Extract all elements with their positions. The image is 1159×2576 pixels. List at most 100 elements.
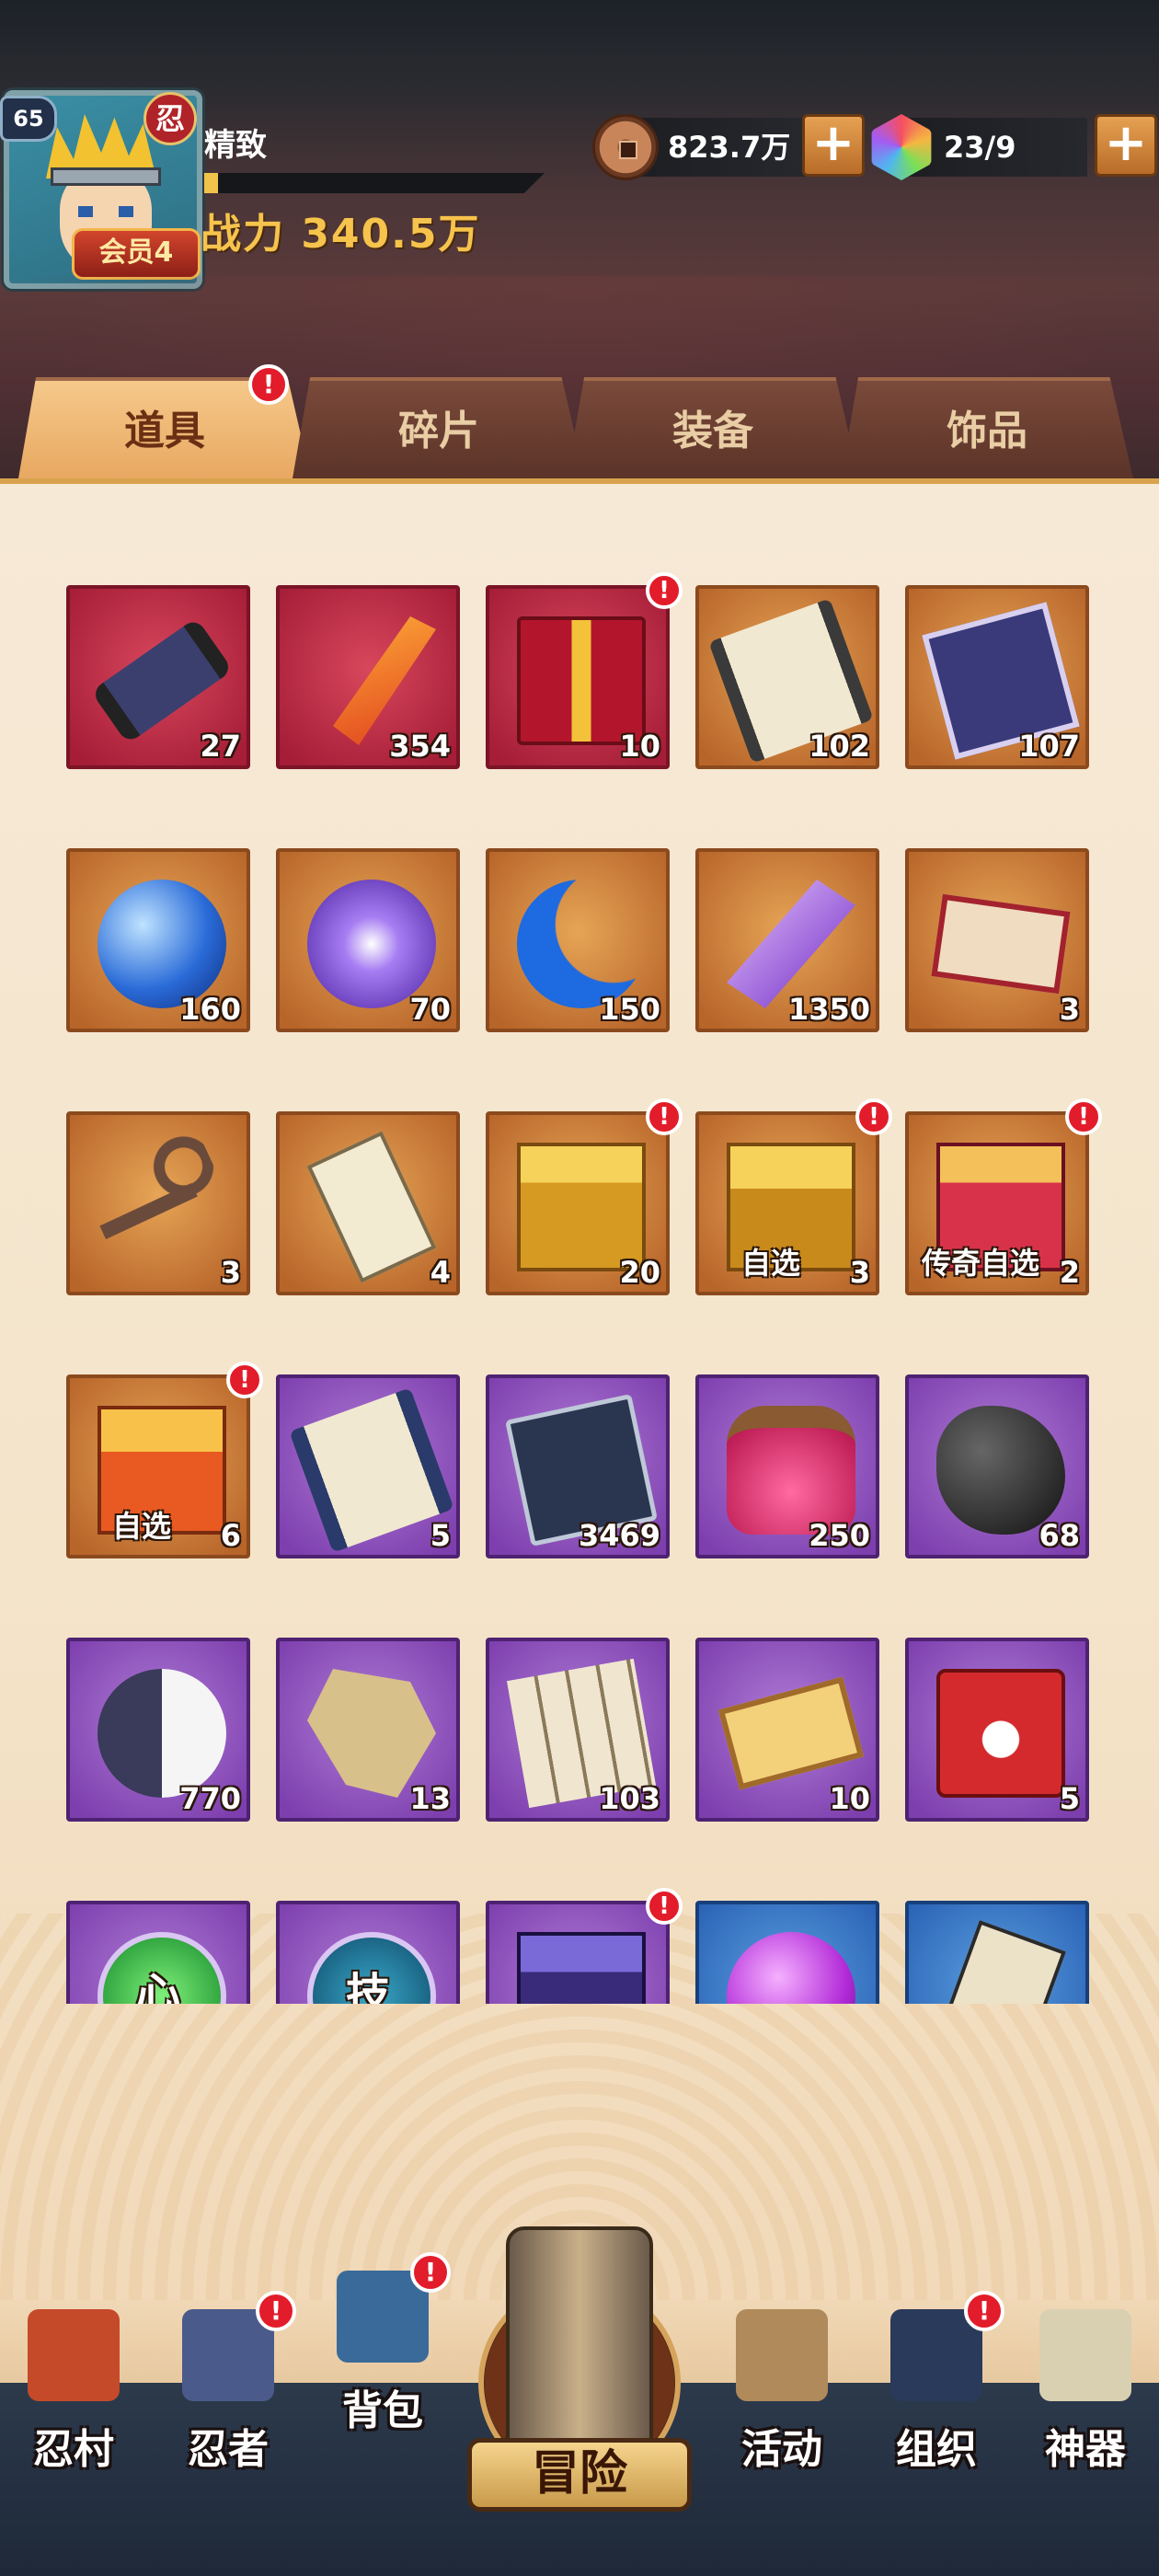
item-count: 3: [849, 1255, 870, 1290]
avatar-headband: [51, 167, 161, 186]
inventory-item[interactable]: 心: [66, 1901, 250, 2004]
inventory-item[interactable]: 150: [486, 848, 670, 1032]
inventory-item[interactable]: 20!: [486, 1098, 683, 1295]
nav-adventure[interactable]: 冒险: [467, 2217, 692, 2567]
item-alert-badge: !: [646, 1098, 683, 1135]
add-gems-button[interactable]: +: [1095, 114, 1157, 177]
item-alert-badge: !: [646, 1888, 683, 1925]
nav-events[interactable]: 活动: [708, 2291, 855, 2475]
inventory-item[interactable]: 传奇自选 2!: [905, 1098, 1102, 1295]
blue-orb-icon: [98, 880, 226, 1008]
item-count: 102: [809, 729, 870, 764]
item-count: 10: [619, 729, 660, 764]
item-count: 103: [599, 1781, 660, 1816]
inventory-item[interactable]: 自选 3!: [695, 1098, 892, 1295]
item-count: 3469: [578, 1518, 660, 1553]
exp-bar: [204, 173, 545, 193]
item-alert-badge: !: [1065, 1098, 1102, 1135]
inventory-item[interactable]: 3469: [486, 1374, 670, 1558]
item-label: 技: [345, 1969, 390, 2004]
tab-fragments[interactable]: 碎片: [293, 377, 585, 478]
nav-organization[interactable]: 组织!: [863, 2291, 1010, 2475]
item-label: 传奇自选: [921, 1246, 1039, 1281]
tab-equipment[interactable]: 装备: [567, 377, 859, 478]
inventory-item[interactable]: 68: [905, 1374, 1089, 1558]
inventory-item[interactable]: [695, 1901, 879, 2004]
item-count: 13: [409, 1781, 451, 1816]
inventory-item[interactable]: 70: [276, 848, 460, 1032]
inventory-item[interactable]: 250: [695, 1374, 879, 1558]
rainbow-gem-icon: [871, 114, 932, 180]
item-count: 10: [829, 1781, 870, 1816]
inventory-item[interactable]: 5: [276, 1374, 460, 1558]
scroll-tied-icon: [90, 617, 234, 744]
coins-counter: 823.7万: [592, 114, 809, 180]
inventory-item[interactable]: 13: [276, 1638, 460, 1822]
inventory-item[interactable]: 102: [695, 585, 879, 769]
inventory-item[interactable]: 3: [66, 1111, 250, 1295]
coins-value: 823.7万: [668, 130, 791, 165]
war-scroll-icon: [935, 1920, 1066, 2004]
item-count: 5: [430, 1518, 451, 1553]
moon-crystal-icon: [517, 880, 646, 1008]
inventory-item[interactable]: 10: [695, 1638, 879, 1822]
item-count: 107: [1018, 729, 1080, 764]
inventory-item[interactable]: !: [486, 1888, 683, 2004]
nav-organization-label: 组织: [896, 2426, 977, 2473]
nav-backpack[interactable]: 背包!: [309, 2252, 456, 2436]
exp-bar-fill: [204, 173, 218, 193]
item-count: 70: [409, 992, 451, 1027]
nav-ninja[interactable]: 忍者!: [155, 2291, 302, 2475]
bag-tabs: 道具 碎片 装备 饰品: [0, 377, 1159, 486]
inventory-item[interactable]: 103: [486, 1638, 670, 1822]
purple-box-icon: [517, 1932, 646, 2004]
inventory-item[interactable]: 技: [276, 1901, 460, 2004]
nav-artifact[interactable]: 神器: [1012, 2291, 1159, 2475]
yin-yang-icon: [98, 1669, 226, 1798]
nav-backpack-label: 背包: [342, 2387, 423, 2434]
gold-chest-icon: [517, 1143, 646, 1271]
player-name: 精致: [204, 127, 267, 164]
avatar-eyes: [78, 206, 133, 217]
jar-icon: [727, 1406, 855, 1535]
tab-accessories[interactable]: 饰品: [841, 377, 1133, 478]
nav-village[interactable]: 忍村: [0, 2291, 147, 2475]
inventory-item[interactable]: 5: [905, 1638, 1089, 1822]
medkit-icon: [936, 1669, 1065, 1798]
inventory-item[interactable]: 10!: [486, 572, 683, 769]
inventory-item[interactable]: 1350: [695, 848, 879, 1032]
inventory-item[interactable]: 160: [66, 848, 250, 1032]
item-count: 160: [179, 992, 241, 1027]
item-count: 770: [179, 1781, 241, 1816]
item-count: 1350: [787, 992, 870, 1027]
inventory-item[interactable]: 4: [276, 1111, 460, 1295]
item-count: 3: [1059, 992, 1080, 1027]
item-count: 150: [599, 992, 660, 1027]
item-count: 68: [1039, 1518, 1080, 1553]
item-label: 心: [135, 1969, 180, 2004]
vip-badge[interactable]: 会员4: [72, 228, 201, 280]
nav-artifact-label: 神器: [1045, 2426, 1126, 2473]
purple-crystal-icon: [727, 880, 855, 1008]
nav-ninja-alert-badge: !: [256, 2291, 296, 2331]
inventory-item[interactable]: 107: [905, 585, 1089, 769]
inventory-grid[interactable]: 27 354 10! 102 107 160 70 150 1350 3 3 4 20! 自选 3! 传奇自选…: [0, 561, 1159, 2004]
drum-icon: [736, 2309, 828, 2401]
gems-value: 23/9: [944, 130, 1016, 165]
inventory-item[interactable]: 3: [905, 848, 1089, 1032]
inventory-item[interactable]: 354: [276, 585, 460, 769]
paper-charm-icon: [306, 1131, 437, 1283]
feather-icon: [333, 616, 436, 745]
item-count: 4: [430, 1255, 451, 1290]
inventory-item[interactable]: 27: [66, 585, 250, 769]
violet-orb-icon: [727, 1932, 855, 2004]
add-coins-button[interactable]: +: [802, 114, 865, 177]
inventory-item[interactable]: [905, 1901, 1089, 2004]
copper-coin-icon: [592, 114, 659, 180]
inventory-item[interactable]: 自选 6!: [66, 1362, 263, 1558]
combat-power: 战力 340.5万: [201, 211, 481, 258]
fortune-banner-icon: [931, 893, 1071, 995]
item-count: 3: [220, 1255, 241, 1290]
item-count: 250: [809, 1518, 870, 1553]
inventory-item[interactable]: 770: [66, 1638, 250, 1822]
